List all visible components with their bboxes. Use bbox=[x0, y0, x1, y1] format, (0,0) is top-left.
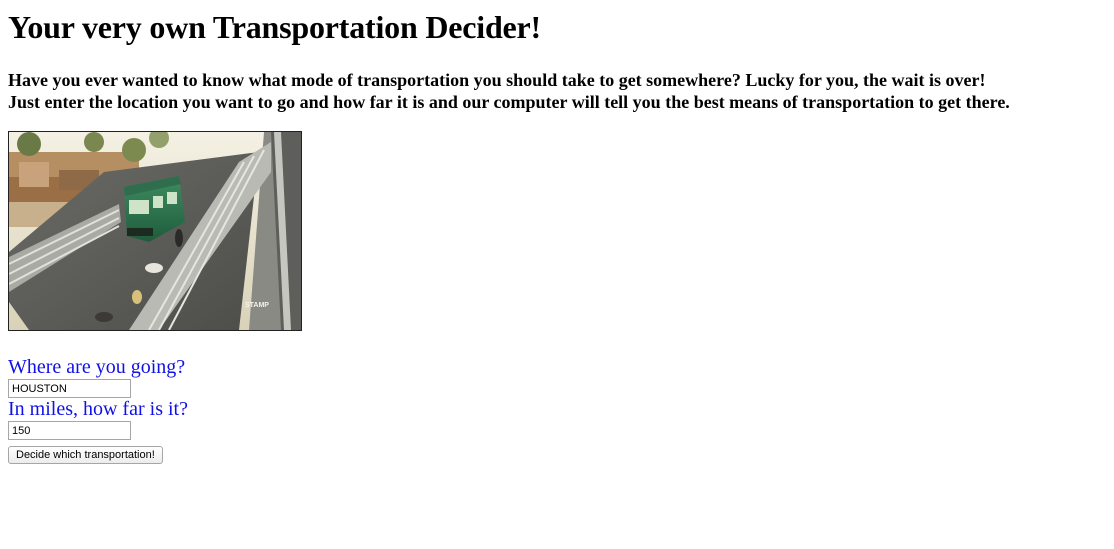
decide-transportation-button[interactable]: Decide which transportation! bbox=[8, 446, 163, 464]
destination-input[interactable] bbox=[8, 379, 131, 398]
page-title: Your very own Transportation Decider! bbox=[8, 9, 542, 45]
transportation-photo: STAMP bbox=[8, 131, 302, 331]
intro-line-2: Just enter the location you want to go a… bbox=[8, 92, 1010, 112]
image-watermark: STAMP bbox=[245, 302, 269, 309]
intro-text: Have you ever wanted to know what mode o… bbox=[8, 69, 1106, 113]
page: Your very own Transportation Decider! Ha… bbox=[0, 0, 1114, 464]
intro-line-1: Have you ever wanted to know what mode o… bbox=[8, 70, 986, 90]
distance-label: In miles, how far is it? bbox=[8, 398, 188, 420]
distance-input[interactable] bbox=[8, 421, 131, 440]
destination-label: Where are you going? bbox=[8, 356, 186, 378]
